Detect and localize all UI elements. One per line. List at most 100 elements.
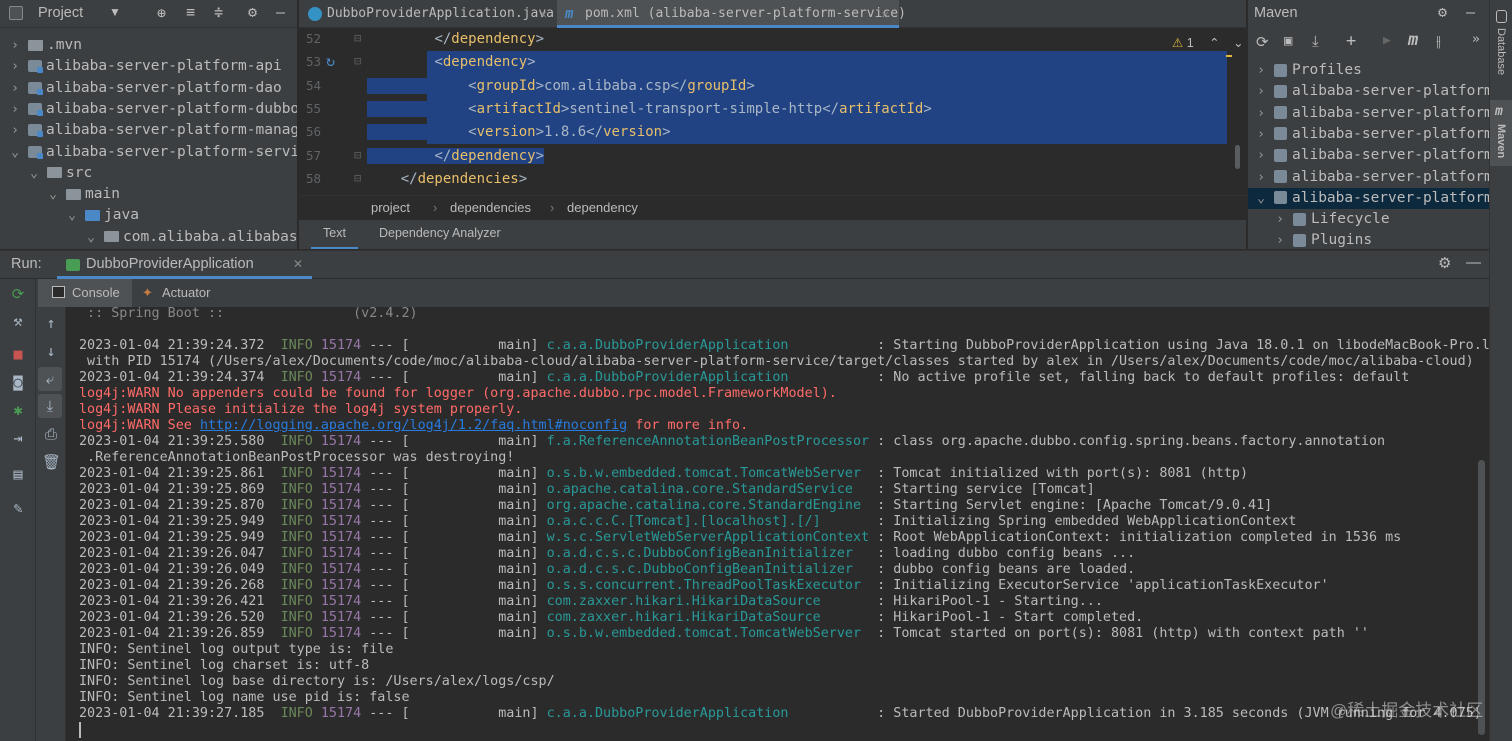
- tab-console[interactable]: Console: [38, 279, 132, 307]
- project-tree-item[interactable]: ⌄ src: [0, 163, 297, 184]
- exit-icon[interactable]: ⇥: [9, 429, 27, 447]
- chevron-right-icon[interactable]: ›: [1254, 60, 1268, 81]
- fold-marker-icon[interactable]: ⊟: [354, 148, 361, 162]
- locate-icon[interactable]: ⊕: [157, 4, 166, 22]
- run-icon[interactable]: ▶: [1383, 33, 1391, 48]
- execute-goal-icon[interactable]: m: [1408, 30, 1418, 50]
- code-line[interactable]: <artifactId>sentinel-transport-simple-ht…: [367, 98, 932, 121]
- stop-icon[interactable]: ■: [9, 345, 27, 363]
- wrench-icon[interactable]: ⚒: [9, 312, 27, 330]
- project-tree-item[interactable]: › alibaba-server-platform-dubbo: [0, 99, 297, 120]
- maven-tree-item[interactable]: › alibaba-server-platform-: [1248, 145, 1489, 166]
- maven-tree-item[interactable]: › alibaba-server-platform-: [1248, 167, 1489, 188]
- chevron-right-icon[interactable]: ›: [1254, 124, 1268, 145]
- breadcrumb-dependency[interactable]: dependency: [567, 196, 638, 220]
- maven-tree-item[interactable]: › alibaba-server-platform-: [1248, 124, 1489, 145]
- chevron-right-icon[interactable]: ›: [1254, 81, 1268, 102]
- toggle-offline-icon[interactable]: ⫲: [1436, 32, 1441, 50]
- fold-marker-icon[interactable]: ⊟: [354, 31, 361, 45]
- chevron-right-icon[interactable]: ›: [8, 56, 22, 77]
- fold-marker-icon[interactable]: ⊟: [354, 171, 361, 185]
- download-icon[interactable]: ⤓: [1312, 32, 1319, 50]
- maven-tree-item[interactable]: ⌄ alibaba-server-platform-: [1248, 187, 1489, 209]
- chevron-down-icon[interactable]: ⌄: [65, 205, 79, 226]
- maven-tree-item[interactable]: › alibaba-server-platform: [1248, 81, 1489, 102]
- project-tree-item[interactable]: › alibaba-server-platform-api: [0, 56, 297, 77]
- minimize-icon[interactable]: —: [1466, 254, 1481, 271]
- code-area[interactable]: 52 ⊟ </dependency> 53 ↻ ⊟ <dependency> 54 <gr…: [299, 28, 1246, 195]
- camera-icon[interactable]: ◙: [9, 373, 27, 391]
- chevron-down-icon[interactable]: ⌄: [1254, 188, 1268, 209]
- add-folder-icon[interactable]: ▣: [1284, 33, 1292, 49]
- close-icon[interactable]: ✕: [882, 0, 889, 28]
- code-line[interactable]: <dependency>: [367, 51, 536, 74]
- project-tree-item[interactable]: › .mvn: [0, 35, 297, 56]
- chevron-right-icon[interactable]: ›: [1273, 209, 1287, 230]
- chevron-down-icon[interactable]: ⌄: [84, 227, 98, 248]
- maven-tree-item[interactable]: › Lifecycle: [1248, 209, 1489, 230]
- tab-text[interactable]: Text: [311, 220, 358, 249]
- tab-java-file[interactable]: DubboProviderApplication.java ✕: [299, 0, 557, 28]
- console-output[interactable]: :: Spring Boot :: (v2.4.2) 2023-01-04 21:…: [66, 307, 1489, 741]
- chevron-right-icon[interactable]: ›: [1273, 230, 1287, 249]
- minimize-icon[interactable]: —: [276, 3, 285, 21]
- code-line[interactable]: <version>1.8.6</version>: [367, 121, 671, 144]
- editor-scrollbar[interactable]: [1235, 145, 1240, 169]
- rerun-icon[interactable]: ⟳: [9, 285, 27, 303]
- tab-dependency-analyzer[interactable]: Dependency Analyzer: [367, 220, 513, 249]
- chevron-down-icon[interactable]: ⌄: [27, 163, 41, 184]
- dependency-gutter-icon[interactable]: ↻: [326, 52, 335, 70]
- add-icon[interactable]: +: [1346, 31, 1356, 51]
- chevron-right-icon[interactable]: ›: [8, 99, 22, 120]
- project-tree-item[interactable]: ⌄ com.alibaba.alibabase: [0, 227, 297, 248]
- gear-icon[interactable]: ⚙: [248, 3, 257, 21]
- project-tree-item[interactable]: ⌄ main: [0, 184, 297, 205]
- gear-icon[interactable]: ⚙: [1438, 254, 1451, 272]
- debug-icon[interactable]: ✱: [9, 401, 27, 419]
- chevron-right-icon[interactable]: ›: [1254, 167, 1268, 188]
- gear-icon[interactable]: ⚙: [1438, 3, 1447, 21]
- trash-icon[interactable]: 🗑: [42, 453, 61, 471]
- scroll-to-end-icon[interactable]: ⤓: [38, 394, 62, 418]
- breadcrumb-dependencies[interactable]: dependencies: [450, 196, 531, 220]
- run-config-tab[interactable]: DubboProviderApplication ✕: [57, 251, 312, 279]
- more-icon[interactable]: »: [1472, 32, 1480, 47]
- chevron-down-icon[interactable]: ⌄: [8, 142, 22, 163]
- project-tree-item[interactable]: ⌄ java: [0, 205, 297, 226]
- chevron-down-icon[interactable]: ⌄: [1233, 36, 1243, 50]
- code-line[interactable]: </dependency>: [367, 145, 545, 168]
- chevron-up-icon[interactable]: ⌃: [1209, 36, 1219, 50]
- project-tree-item[interactable]: › alibaba-server-platform-dao: [0, 78, 297, 99]
- chevron-down-icon[interactable]: ⌄: [46, 184, 60, 205]
- log4j-faq-link[interactable]: http://logging.apache.org/log4j/1.2/faq.…: [200, 418, 627, 433]
- breadcrumb-project[interactable]: project: [371, 196, 410, 220]
- code-line[interactable]: <groupId>com.alibaba.csp</groupId>: [367, 75, 755, 98]
- fold-marker-icon[interactable]: ⊟: [354, 54, 361, 68]
- arrow-up-icon[interactable]: ↑: [42, 314, 60, 332]
- tab-pom-file[interactable]: m pom.xml (alibaba-server-platform-servi…: [557, 0, 906, 28]
- close-icon[interactable]: ✕: [293, 257, 303, 271]
- reload-icon[interactable]: ⟳: [1256, 33, 1269, 51]
- chevron-right-icon[interactable]: ›: [1254, 103, 1268, 124]
- project-tree-item[interactable]: › alibaba-server-platform-manage: [0, 120, 297, 141]
- inspection-widget[interactable]: ⚠ 1 ⌃ ⌄: [1172, 35, 1244, 50]
- soft-wrap-icon[interactable]: ⤶: [38, 367, 62, 391]
- layout-icon[interactable]: ▤: [9, 465, 27, 483]
- database-tool-button[interactable]: Database: [1495, 28, 1507, 75]
- tab-actuator[interactable]: ✦ Actuator: [136, 279, 226, 307]
- code-line[interactable]: </dependencies>: [367, 168, 527, 191]
- maven-tool-button[interactable]: Maven: [1495, 124, 1507, 158]
- chevron-down-icon[interactable]: ▼: [109, 5, 121, 19]
- arrow-down-icon[interactable]: ↓: [42, 342, 60, 360]
- expand-all-icon[interactable]: ≡: [186, 3, 195, 21]
- close-icon[interactable]: ✕: [540, 0, 547, 28]
- chevron-right-icon[interactable]: ›: [1254, 145, 1268, 166]
- print-icon[interactable]: ⎙: [42, 425, 60, 443]
- maven-tree-item[interactable]: › Plugins: [1248, 230, 1489, 249]
- maven-tree-item[interactable]: › Profiles: [1248, 60, 1489, 81]
- collapse-all-icon[interactable]: ≑: [214, 3, 223, 21]
- chevron-right-icon[interactable]: ›: [8, 120, 22, 141]
- chevron-right-icon[interactable]: ›: [8, 35, 22, 56]
- minimize-icon[interactable]: —: [1466, 3, 1475, 21]
- chevron-right-icon[interactable]: ›: [8, 78, 22, 99]
